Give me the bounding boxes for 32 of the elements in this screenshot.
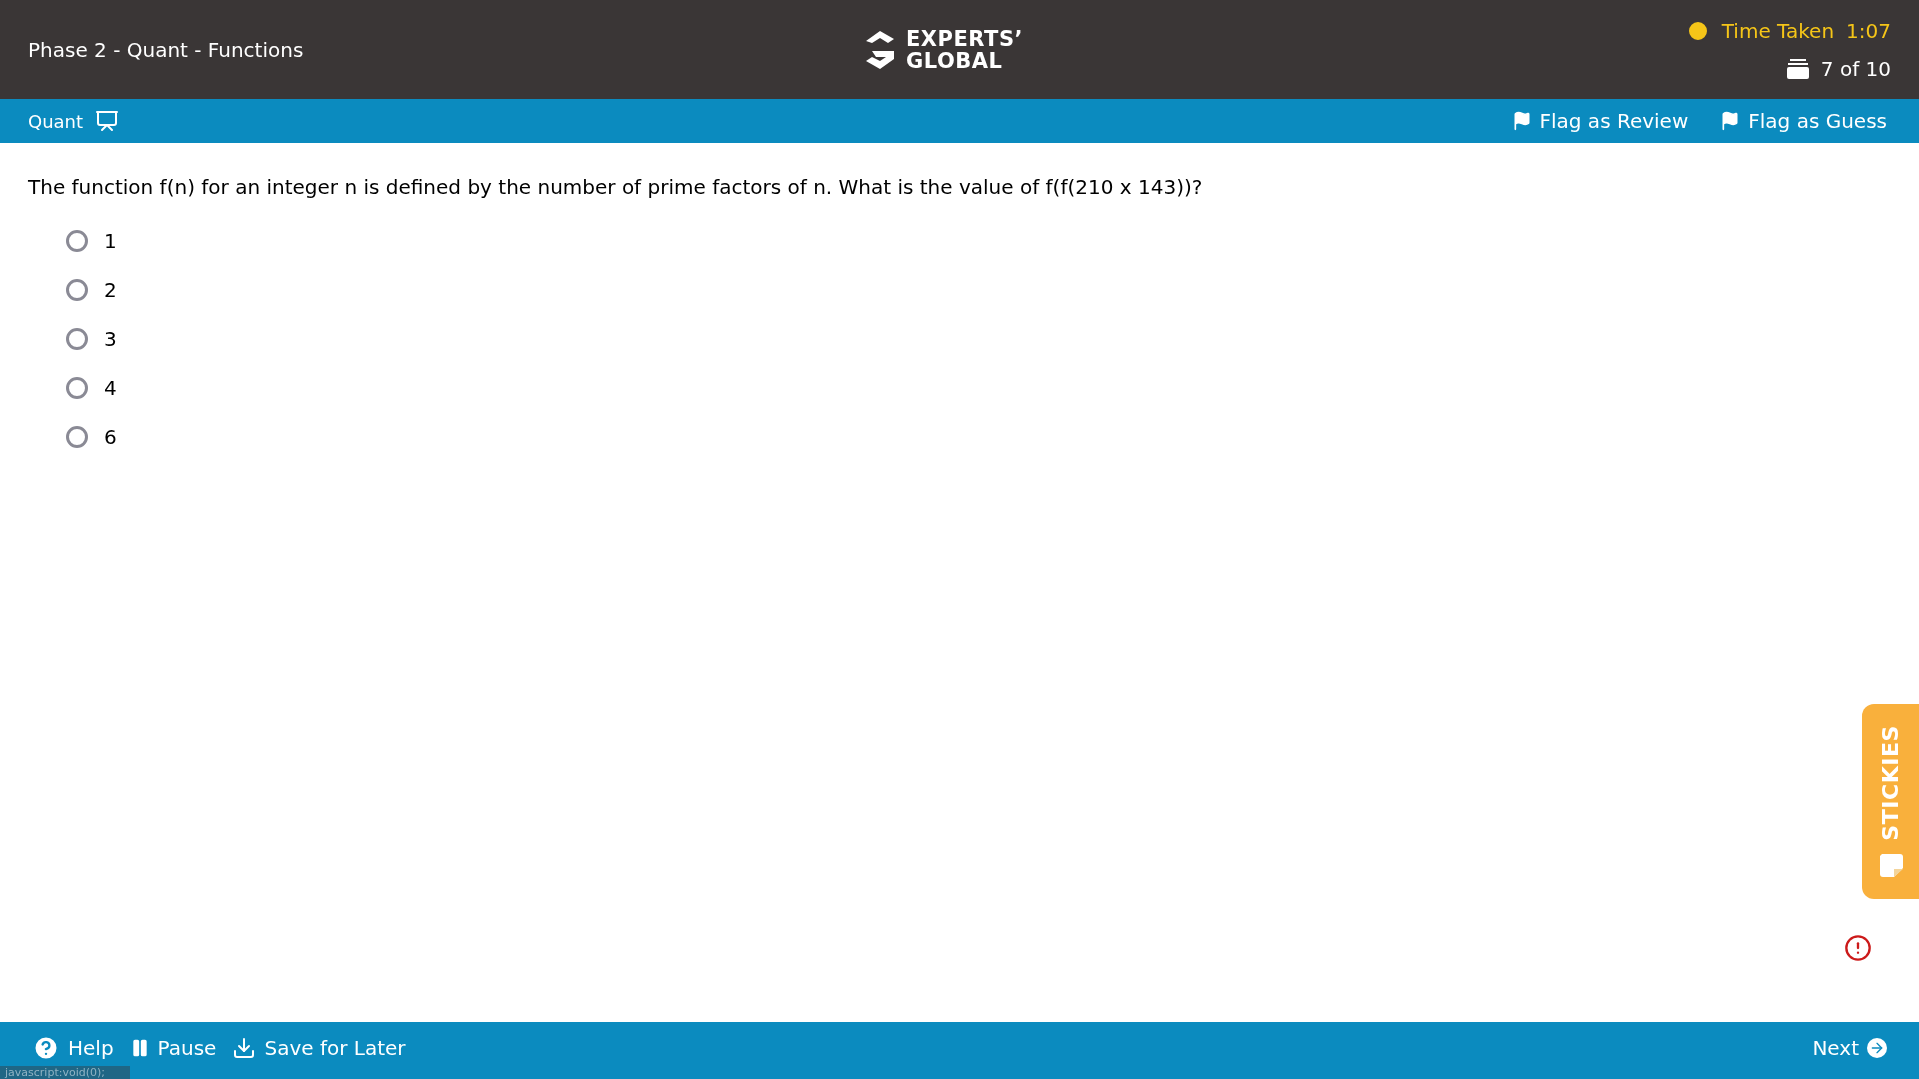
radio-button[interactable] xyxy=(66,426,88,448)
footer-button[interactable]: Save for Later xyxy=(232,1032,406,1063)
footer-button[interactable]: Pause xyxy=(129,1032,217,1063)
arrow-right-icon xyxy=(1867,1037,1887,1058)
sticky-note-icon xyxy=(1877,852,1904,879)
status-tooltip: javascript:void(0); xyxy=(0,1066,130,1079)
answer-option[interactable]: 4 xyxy=(66,373,117,403)
answer-option[interactable]: 1 xyxy=(66,226,117,256)
answer-option[interactable]: 3 xyxy=(66,324,117,354)
radio-button[interactable] xyxy=(66,230,88,252)
radio-button[interactable] xyxy=(66,377,88,399)
exam-title: Phase 2 - Quant - Functions xyxy=(28,36,304,64)
flag-icon xyxy=(1720,111,1741,131)
logo-text: GLOBAL xyxy=(906,50,1004,72)
stack-icon xyxy=(1786,58,1809,79)
whiteboard-icon[interactable] xyxy=(95,109,120,133)
question-counter: 7 of 10 xyxy=(1820,55,1891,83)
radio-button[interactable] xyxy=(66,328,88,350)
download-icon xyxy=(232,1035,257,1060)
timer-value: 1:07 xyxy=(1846,17,1891,45)
flag-button[interactable]: Flag as Review xyxy=(1507,106,1693,136)
answer-option[interactable]: 6 xyxy=(66,422,117,452)
question-text: The function f(n) for an integer n is defined by the number of prime factors of n. What is the value of f(f(210 x 143))? xyxy=(28,174,1204,201)
section-label: Quant xyxy=(28,109,84,134)
answer-option[interactable]: 2 xyxy=(66,275,117,305)
next-button[interactable]: Next xyxy=(1812,1032,1887,1063)
radio-button[interactable] xyxy=(66,279,88,301)
logo-text: EXPERTS’ xyxy=(906,28,1024,50)
alert-icon[interactable] xyxy=(1844,934,1872,962)
timer-label: Time Taken xyxy=(1721,17,1835,45)
flag-button[interactable]: Flag as Guess xyxy=(1716,106,1891,136)
footer-button[interactable]: Help xyxy=(32,1032,114,1063)
